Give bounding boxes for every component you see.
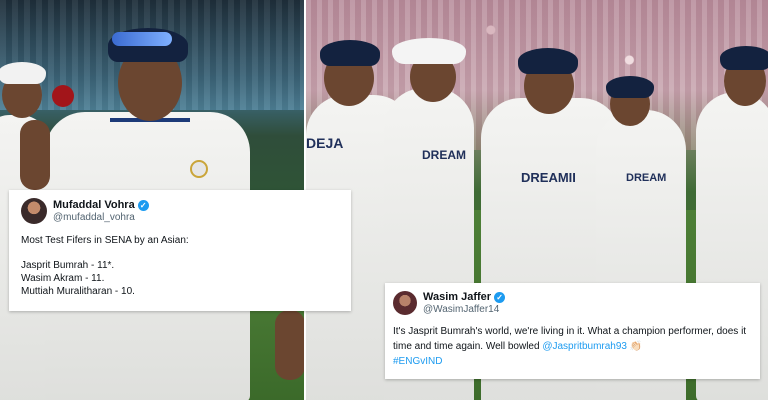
author-handle[interactable]: @mufaddal_vohra	[53, 212, 149, 224]
cricket-ball	[52, 85, 74, 107]
author-name[interactable]: Mufaddal Vohra	[53, 199, 135, 212]
stat-line: Wasim Akram - 11.	[21, 273, 105, 284]
tweet-header: Mufaddal Vohra ✓ @mufaddal_vohra	[21, 198, 339, 224]
tweet-headline: Most Test Fifers in SENA by an Asian:	[21, 235, 189, 246]
stat-line: Jasprit Bumrah - 11*.	[21, 260, 115, 271]
verified-badge-icon: ✓	[137, 199, 149, 211]
tweet-body: Most Test Fifers in SENA by an Asian: Ja…	[21, 234, 339, 298]
tweet-card-mufaddal-vohra[interactable]: Mufaddal Vohra ✓ @mufaddal_vohra Most Te…	[9, 190, 351, 311]
avatar[interactable]	[21, 198, 47, 224]
verified-badge-icon: ✓	[494, 291, 506, 303]
avatar[interactable]	[393, 291, 417, 316]
jersey-text: DEJA	[306, 135, 344, 151]
author-name[interactable]: Wasim Jaffer	[423, 291, 491, 304]
tweet-card-wasim-jaffer[interactable]: Wasim Jaffer ✓ @WasimJaffer14 It's Jaspr…	[385, 283, 760, 379]
bcci-badge	[190, 160, 208, 178]
stat-line: Muttiah Muralitharan - 10.	[21, 286, 135, 297]
hashtag-link[interactable]: #ENGvIND	[393, 356, 442, 367]
author-handle[interactable]: @WasimJaffer14	[423, 304, 505, 316]
jersey-text: DREAM	[626, 172, 667, 184]
jersey-text: DREAMII	[521, 170, 576, 185]
mention-link[interactable]: @Jaspritbumrah93	[542, 341, 627, 352]
tweet-body: It's Jasprit Bumrah's world, we're livin…	[393, 324, 752, 369]
clap-emoji: 👏🏻	[629, 341, 643, 353]
sun-hat	[392, 38, 466, 64]
jersey-text: DREAM	[422, 148, 466, 162]
tweet-header: Wasim Jaffer ✓ @WasimJaffer14	[393, 291, 752, 316]
